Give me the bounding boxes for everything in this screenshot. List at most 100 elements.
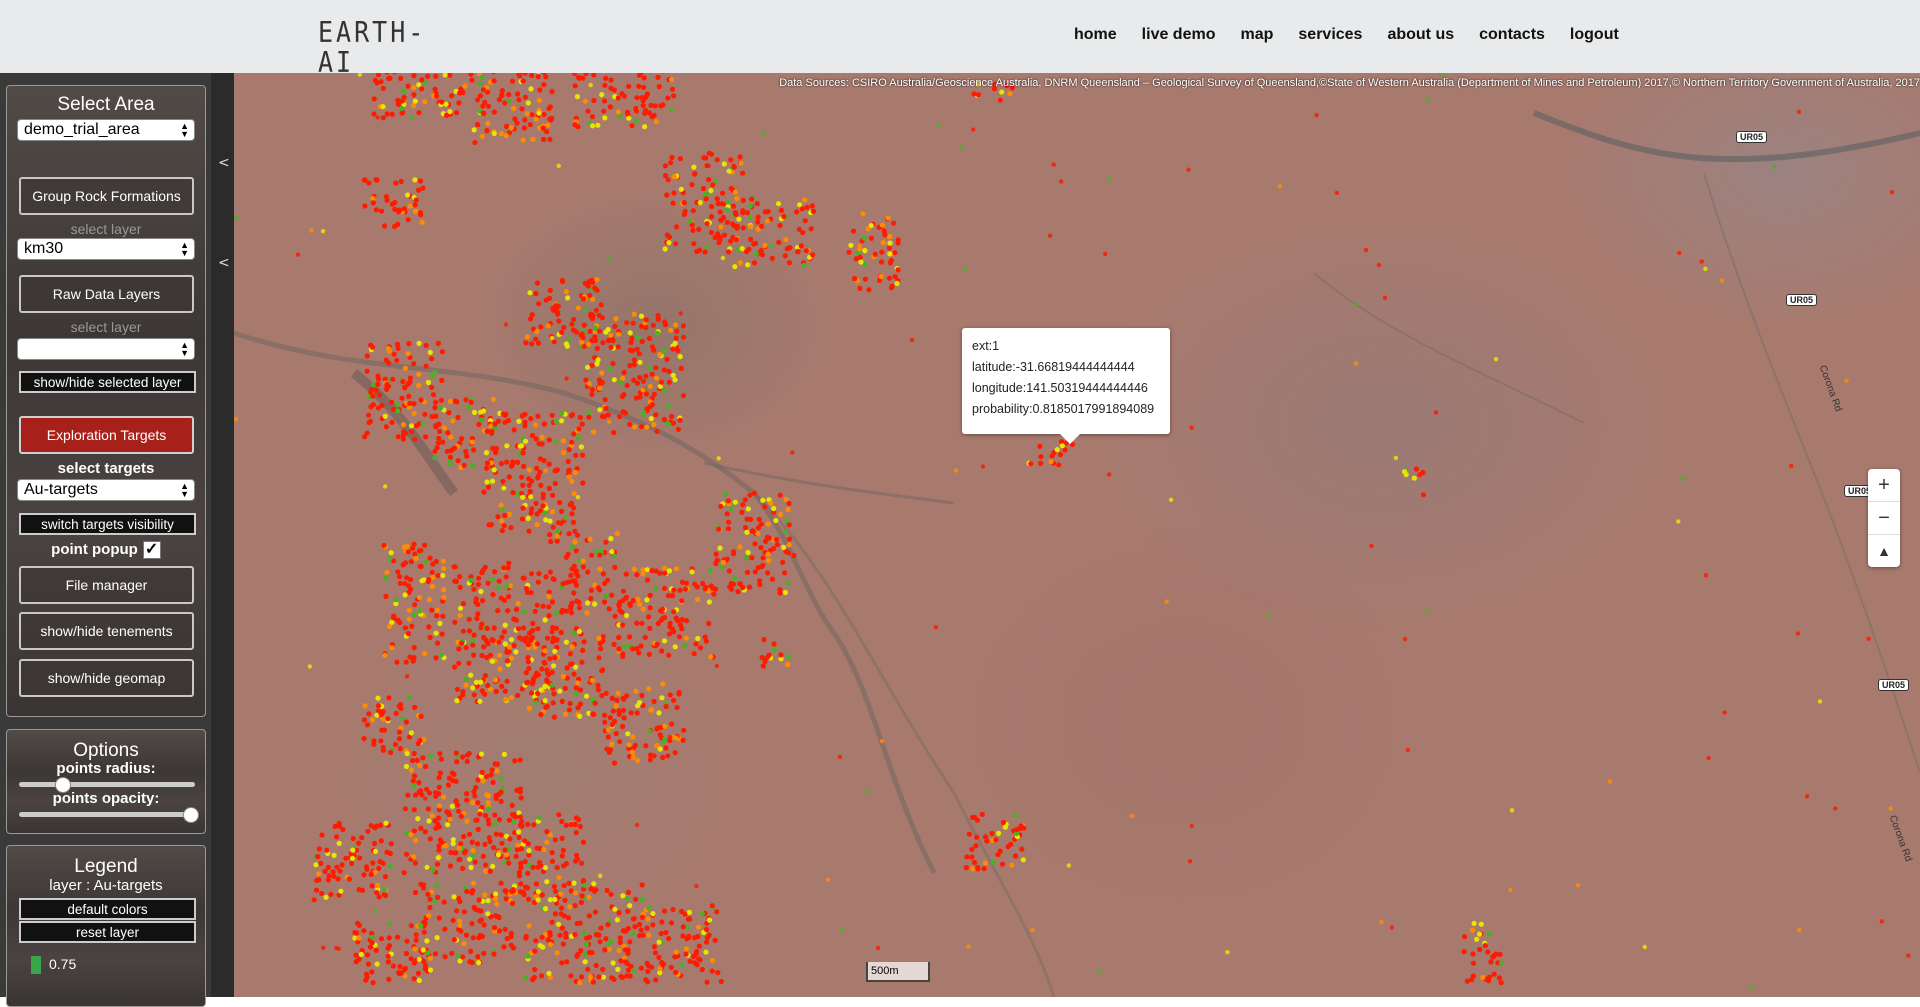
target-point[interactable]: [461, 629, 466, 634]
target-point[interactable]: [678, 354, 683, 359]
target-point[interactable]: [413, 209, 418, 214]
target-point[interactable]: [573, 890, 578, 895]
target-point[interactable]: [541, 458, 546, 463]
target-point[interactable]: [611, 960, 616, 965]
target-point[interactable]: [541, 126, 546, 131]
target-point[interactable]: [412, 946, 417, 951]
target-point[interactable]: [1425, 609, 1429, 613]
target-point[interactable]: [524, 670, 529, 675]
target-point[interactable]: [529, 73, 534, 78]
nav-services[interactable]: services: [1298, 26, 1362, 44]
target-point[interactable]: [392, 352, 397, 357]
target-point[interactable]: [442, 900, 447, 905]
target-point[interactable]: [409, 429, 414, 434]
target-point[interactable]: [534, 881, 539, 886]
target-point[interactable]: [641, 607, 646, 612]
target-point[interactable]: [1797, 928, 1801, 932]
target-point[interactable]: [669, 414, 674, 419]
target-point[interactable]: [441, 595, 446, 600]
target-point[interactable]: [621, 409, 626, 414]
target-point[interactable]: [462, 941, 467, 946]
target-point[interactable]: [436, 341, 441, 346]
target-point[interactable]: [489, 431, 494, 436]
target-point[interactable]: [1497, 975, 1502, 980]
target-point[interactable]: [774, 537, 779, 542]
target-point[interactable]: [378, 738, 383, 743]
target-point[interactable]: [612, 565, 617, 570]
target-point[interactable]: [460, 689, 465, 694]
target-point[interactable]: [492, 110, 497, 115]
target-point[interactable]: [395, 408, 400, 413]
target-point[interactable]: [721, 215, 726, 220]
target-point[interactable]: [993, 837, 998, 842]
target-point[interactable]: [538, 712, 543, 717]
target-point[interactable]: [534, 501, 539, 506]
target-point[interactable]: [632, 312, 637, 317]
target-point[interactable]: [516, 601, 521, 606]
target-point[interactable]: [507, 474, 512, 479]
target-point[interactable]: [522, 420, 527, 425]
target-point[interactable]: [446, 810, 451, 815]
target-point[interactable]: [385, 111, 390, 116]
target-point[interactable]: [503, 641, 508, 646]
target-point[interactable]: [432, 455, 437, 460]
target-point[interactable]: [538, 508, 543, 513]
target-point[interactable]: [1608, 779, 1612, 783]
target-point[interactable]: [469, 578, 474, 583]
target-point[interactable]: [781, 214, 786, 219]
target-point[interactable]: [747, 585, 752, 590]
target-point[interactable]: [437, 803, 442, 808]
target-point[interactable]: [486, 104, 491, 109]
target-point[interactable]: [386, 977, 391, 982]
target-point[interactable]: [533, 291, 538, 296]
target-point[interactable]: [606, 727, 611, 732]
target-point[interactable]: [439, 378, 444, 383]
target-point[interactable]: [647, 626, 652, 631]
target-point[interactable]: [567, 474, 572, 479]
target-point[interactable]: [601, 571, 606, 576]
target-point[interactable]: [726, 498, 731, 503]
target-point[interactable]: [449, 951, 454, 956]
target-point[interactable]: [634, 118, 639, 123]
target-point[interactable]: [402, 385, 407, 390]
target-point[interactable]: [1058, 452, 1063, 457]
target-point[interactable]: [535, 414, 540, 419]
target-point[interactable]: [588, 313, 593, 318]
target-point[interactable]: [548, 570, 553, 575]
target-point[interactable]: [517, 73, 522, 78]
target-point[interactable]: [561, 450, 566, 455]
target-point[interactable]: [1434, 410, 1438, 414]
target-point[interactable]: [523, 73, 528, 76]
target-point[interactable]: [428, 956, 433, 961]
target-point[interactable]: [543, 617, 548, 622]
target-point[interactable]: [448, 455, 453, 460]
target-point[interactable]: [674, 329, 679, 334]
target-point[interactable]: [528, 416, 533, 421]
target-point[interactable]: [316, 871, 321, 876]
target-point[interactable]: [455, 687, 460, 692]
target-point[interactable]: [970, 866, 975, 871]
target-point[interactable]: [755, 220, 760, 225]
target-point[interactable]: [487, 839, 492, 844]
target-point[interactable]: [563, 931, 568, 936]
target-point[interactable]: [616, 635, 621, 640]
target-point[interactable]: [440, 349, 445, 354]
target-point[interactable]: [544, 298, 549, 303]
target-point[interactable]: [1188, 859, 1192, 863]
target-point[interactable]: [321, 229, 325, 233]
target-point[interactable]: [763, 659, 768, 664]
target-point[interactable]: [528, 590, 533, 595]
target-point[interactable]: [714, 909, 719, 914]
target-point[interactable]: [503, 888, 508, 893]
target-point[interactable]: [373, 909, 377, 913]
target-point[interactable]: [443, 954, 448, 959]
target-point[interactable]: [608, 939, 613, 944]
target-point[interactable]: [365, 829, 370, 834]
target-point[interactable]: [525, 655, 530, 660]
target-point[interactable]: [581, 296, 586, 301]
target-point[interactable]: [525, 680, 530, 685]
target-point[interactable]: [433, 414, 438, 419]
target-point[interactable]: [594, 288, 599, 293]
target-point[interactable]: [464, 889, 469, 894]
target-point[interactable]: [654, 726, 659, 731]
